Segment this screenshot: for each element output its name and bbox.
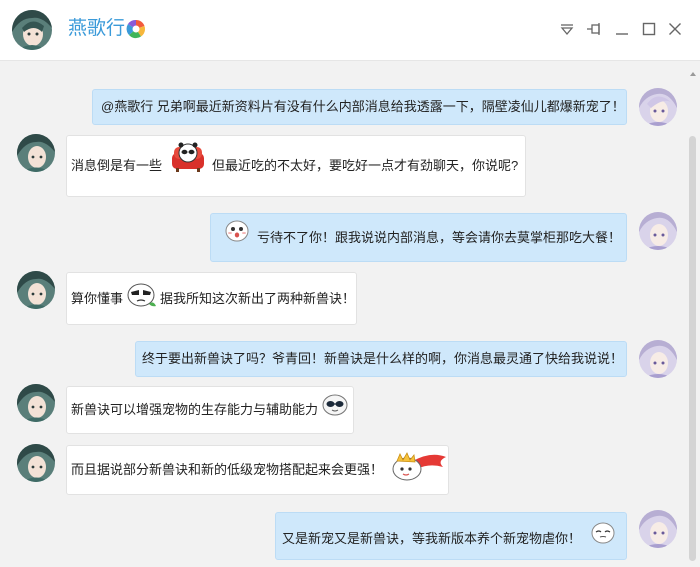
minimize-icon[interactable] [613,20,631,38]
message-text: 算你懂事 [71,290,124,306]
message-text: 又是新宠又是新兽诀，等我新版本养个新宠物虐你！ [282,531,582,546]
panda-couch-sticker [170,139,206,180]
contact-avatar[interactable] [17,384,55,422]
window-title: 燕歌行 [68,18,126,39]
flying-hero-sticker [391,449,447,488]
close-icon[interactable] [666,20,684,38]
scrollbar[interactable] [687,61,699,567]
cool-dumpling-sticker [125,280,157,313]
contact-avatar[interactable] [17,134,55,172]
contact-avatar[interactable] [12,10,52,50]
message-bubble[interactable]: @燕歌行 兄弟啊最近新资料片有没有什么内部消息给我透露一下，隔壁凌仙儿都爆新宠了… [92,89,627,125]
message-bubble[interactable]: 终于要出新兽诀了吗？爷青回！新兽诀是什么样的啊，你消息最灵通了快给我说说！ [135,341,627,377]
sunglasses-face-sticker [322,394,348,421]
title-bar: 燕歌行 [0,0,700,61]
message-text: 据我所知这次新出了两种新兽诀！ [160,290,356,306]
message-text: 亏待不了你！跟我说说内部消息，等会请你去莫掌柜那吃大餐！ [257,229,622,245]
message-text: 消息倒是有一些 [71,158,163,173]
self-avatar[interactable] [639,212,677,250]
message-text: 而且据说部分新兽诀和新的低级宠物搭配起来会更强！ [71,462,384,477]
maximize-icon[interactable] [640,20,658,38]
contact-avatar[interactable] [17,271,55,309]
logo-icon [126,19,146,39]
chat-window: 燕歌行 @燕歌行 兄弟啊最近新资料片有没有什么内部消息给我透露一下，隔壁凌仙儿都… [0,0,700,567]
pin-icon[interactable] [586,20,604,38]
message-bubble[interactable]: 又是新宠又是新兽诀，等我新版本养个新宠物虐你！ [275,512,627,560]
message-text: 但最近吃的不太好，要吃好一点才有劲聊天，你说呢? [212,158,519,173]
message-bubble[interactable]: 而且据说部分新兽诀和新的低级宠物搭配起来会更强！ [66,445,449,495]
self-avatar[interactable] [639,340,677,378]
sleepy-face-sticker [591,522,615,549]
self-avatar[interactable] [639,510,677,548]
message-list[interactable]: @燕歌行 兄弟啊最近新资料片有没有什么内部消息给我透露一下，隔壁凌仙儿都爆新宠了… [0,61,700,567]
message-bubble[interactable]: 消息倒是有一些 但最近吃的不太好，要吃好一点才有劲聊天，你说呢? [66,135,526,197]
scared-face-sticker [225,220,249,247]
message-text: 终于要出新兽诀了吗？爷青回！新兽诀是什么样的啊，你消息最灵通了快给我说说！ [142,351,624,366]
message-text: @燕歌行 兄弟啊最近新资料片有没有什么内部消息给我透露一下，隔壁凌仙儿都爆新宠了… [101,99,625,114]
message-bubble[interactable]: 亏待不了你！跟我说说内部消息，等会请你去莫掌柜那吃大餐！ [210,213,627,262]
scroll-thumb[interactable] [689,136,696,561]
message-text: 新兽诀可以增强宠物的生存能力与辅助能力 [71,402,319,417]
message-bubble[interactable]: 算你懂事 据我所知这次新出了两种新兽诀！ [66,272,357,325]
message-bubble[interactable]: 新兽诀可以增强宠物的生存能力与辅助能力 [66,386,354,434]
contact-avatar[interactable] [17,444,55,482]
scroll-up-icon[interactable] [689,65,697,76]
self-avatar[interactable] [639,88,677,126]
dropdown-icon[interactable] [558,20,576,38]
